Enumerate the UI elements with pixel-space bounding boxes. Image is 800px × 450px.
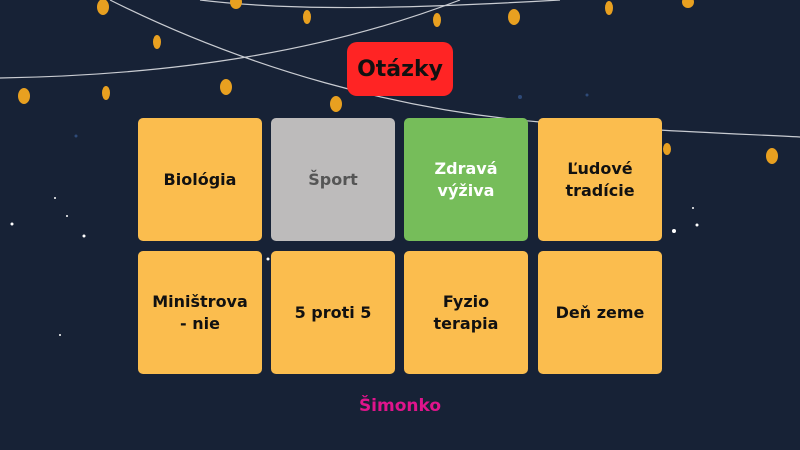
page-title: Otázky: [347, 42, 453, 96]
tile-fyzio-terapia[interactable]: Fyzio terapia: [404, 251, 528, 374]
tile-den-zeme[interactable]: Deň zeme: [538, 251, 662, 374]
tile-ludove-tradicie[interactable]: Ľudové tradície: [538, 118, 662, 241]
tile-biologia[interactable]: Biológia: [138, 118, 262, 241]
author-name: Šimonko: [358, 396, 442, 416]
tile-sport[interactable]: Šport: [271, 118, 395, 241]
tile-5-proti-5[interactable]: 5 proti 5: [271, 251, 395, 374]
tile-zdrava-vyziva[interactable]: Zdravá výživa: [404, 118, 528, 241]
tile-ministrova-nie[interactable]: Miništrova - nie: [138, 251, 262, 374]
